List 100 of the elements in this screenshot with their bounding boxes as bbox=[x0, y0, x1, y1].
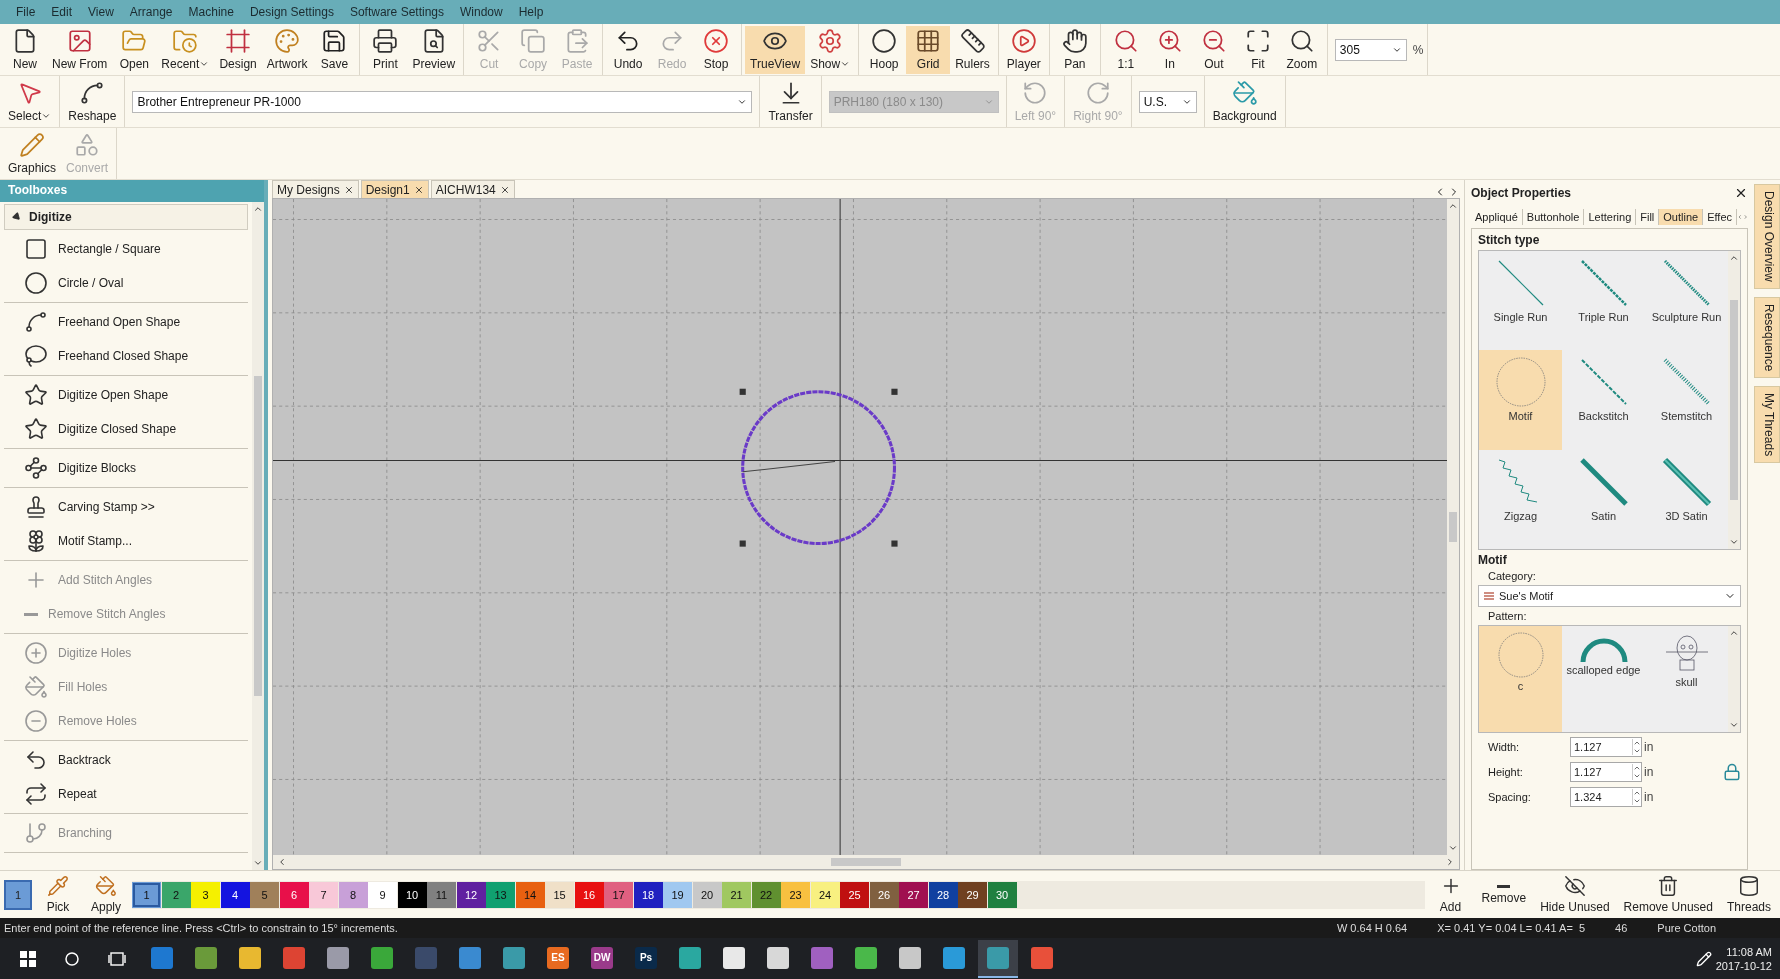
color-swatch[interactable]: 26 bbox=[869, 881, 899, 908]
task-view-icon[interactable] bbox=[108, 950, 126, 967]
dropdown-select[interactable]: Brother Entrepreneur PR-1000 bbox=[132, 90, 753, 113]
scroll-thumb[interactable] bbox=[1730, 300, 1738, 500]
stitch-option[interactable]: Motif bbox=[1479, 350, 1562, 450]
thread-tool-button[interactable]: Remove Unused bbox=[1618, 870, 1718, 919]
number-field[interactable]: 1.127 bbox=[1570, 762, 1642, 782]
scrollbar[interactable] bbox=[1728, 626, 1740, 732]
lock-icon[interactable] bbox=[1723, 763, 1741, 781]
side-tab[interactable]: Design Overview bbox=[1754, 184, 1780, 289]
color-swatch[interactable]: 7 bbox=[309, 881, 338, 908]
close-icon[interactable] bbox=[499, 184, 510, 195]
color-swatch[interactable]: 6 bbox=[279, 881, 309, 908]
stitch-option[interactable]: Zigzag bbox=[1479, 449, 1562, 549]
color-swatch[interactable]: 5 bbox=[250, 881, 279, 908]
toolbar-button[interactable]: Design bbox=[214, 25, 262, 74]
toolbar-button[interactable]: Reshape bbox=[63, 77, 122, 126]
toolbar-button[interactable]: Transfer bbox=[763, 77, 818, 126]
menu-item[interactable]: Design Settings bbox=[241, 5, 342, 19]
toolbar-button[interactable]: Fit bbox=[1235, 25, 1280, 74]
document-tab[interactable]: Design1 bbox=[360, 180, 429, 198]
color-swatch[interactable]: 10 bbox=[397, 881, 427, 908]
number-field[interactable]: 1.127 bbox=[1570, 737, 1642, 757]
tool-item[interactable]: Carving Stamp >> bbox=[4, 490, 248, 524]
menu-item[interactable]: Edit bbox=[43, 5, 81, 19]
selection-handle[interactable] bbox=[739, 388, 746, 395]
toolbar-button[interactable]: Artwork bbox=[261, 25, 313, 74]
toolbar-button[interactable]: Recent bbox=[156, 25, 215, 74]
selection-handle[interactable] bbox=[891, 388, 898, 395]
color-swatch[interactable]: 14 bbox=[515, 881, 545, 908]
toolbar-button[interactable]: Open bbox=[112, 25, 157, 74]
toolbar-button[interactable]: Stop bbox=[694, 25, 739, 74]
current-color-swatch[interactable]: 1 bbox=[4, 879, 32, 910]
toolbar-button[interactable]: Preview bbox=[407, 25, 461, 74]
thread-tool-button[interactable]: Add bbox=[1428, 870, 1473, 919]
color-swatch[interactable]: 28 bbox=[928, 881, 958, 908]
color-swatch[interactable]: 22 bbox=[751, 881, 781, 908]
toolbar-button[interactable]: Player bbox=[1001, 25, 1046, 74]
scrollbar[interactable] bbox=[252, 202, 264, 870]
color-swatch[interactable]: 4 bbox=[220, 881, 250, 908]
section-header[interactable]: Digitize bbox=[4, 204, 248, 230]
tool-item[interactable]: Digitize Closed Shape bbox=[4, 412, 248, 446]
color-swatch[interactable]: 17 bbox=[604, 881, 633, 908]
toolbar-button[interactable]: Save bbox=[312, 25, 357, 74]
tool-item[interactable]: Freehand Open Shape bbox=[4, 305, 248, 339]
menu-item[interactable]: View bbox=[80, 5, 122, 19]
tool-item[interactable]: Digitize Open Shape bbox=[4, 378, 248, 412]
color-swatch[interactable]: 1 bbox=[132, 881, 161, 908]
toolbar-button[interactable]: Graphics bbox=[3, 129, 62, 178]
color-swatch[interactable]: 15 bbox=[545, 881, 574, 908]
pattern-option[interactable]: scalloped edge bbox=[1562, 626, 1645, 732]
color-swatch[interactable]: 16 bbox=[574, 881, 604, 908]
thread-tool-button[interactable]: Remove bbox=[1476, 870, 1532, 919]
toolbar-button[interactable]: Background bbox=[1207, 77, 1282, 126]
toolbar-button[interactable]: Out bbox=[1191, 25, 1236, 74]
color-swatch[interactable]: 27 bbox=[899, 881, 928, 908]
tool-item[interactable]: Motif Stamp... bbox=[4, 524, 248, 558]
color-swatch[interactable]: 29 bbox=[958, 881, 987, 908]
scrollbar[interactable] bbox=[1447, 199, 1459, 856]
color-swatch[interactable]: 12 bbox=[456, 881, 486, 908]
color-swatch[interactable]: 8 bbox=[338, 881, 368, 908]
palette-tool-button[interactable]: Pick bbox=[36, 870, 80, 919]
toolbar-button[interactable]: TrueView bbox=[745, 25, 806, 74]
toolbar-button[interactable]: Pan bbox=[1052, 25, 1097, 74]
color-swatch[interactable]: 23 bbox=[781, 881, 810, 908]
scrollbar[interactable] bbox=[273, 855, 1459, 870]
toolbar-button[interactable]: In bbox=[1147, 25, 1192, 74]
color-swatch[interactable]: 2 bbox=[161, 881, 191, 908]
toolbar-button[interactable]: Zoom bbox=[1279, 25, 1324, 74]
color-swatch[interactable]: 9 bbox=[368, 881, 397, 908]
palette-tool-button[interactable]: Apply bbox=[84, 870, 128, 919]
tool-item[interactable]: Circle / Oval bbox=[4, 266, 248, 300]
stitch-option[interactable]: 3D Satin bbox=[1645, 449, 1728, 549]
properties-tab[interactable]: Appliqué bbox=[1471, 209, 1523, 225]
dropdown-select[interactable]: U.S. bbox=[1138, 90, 1197, 113]
menu-item[interactable]: Help bbox=[510, 5, 552, 19]
scroll-thumb[interactable] bbox=[1449, 512, 1457, 543]
toolbar-button[interactable]: New From bbox=[47, 25, 113, 74]
scroll-thumb[interactable] bbox=[831, 858, 901, 867]
circle-shape[interactable] bbox=[741, 390, 896, 546]
toolbar-button[interactable]: Select bbox=[3, 77, 57, 126]
thread-tool-button[interactable]: Hide Unused bbox=[1535, 870, 1615, 919]
scrollbar[interactable] bbox=[1728, 251, 1740, 549]
color-swatch[interactable]: 13 bbox=[486, 881, 515, 908]
color-swatch[interactable]: 24 bbox=[810, 881, 840, 908]
stitch-option[interactable]: Satin bbox=[1562, 449, 1645, 549]
toolbar-button[interactable]: Show bbox=[805, 25, 856, 74]
color-swatch[interactable]: 30 bbox=[987, 881, 1017, 908]
side-tab[interactable]: Resequence bbox=[1754, 296, 1780, 379]
menu-item[interactable]: Machine bbox=[180, 5, 242, 19]
color-swatch[interactable]: 18 bbox=[633, 881, 663, 908]
taskbar-app[interactable]: DW bbox=[582, 939, 622, 978]
selection-handle[interactable] bbox=[739, 540, 746, 547]
close-icon[interactable] bbox=[1734, 186, 1748, 200]
tool-item[interactable]: Rectangle / Square bbox=[4, 232, 248, 266]
pattern-option[interactable]: skull bbox=[1645, 626, 1728, 732]
menu-item[interactable]: File bbox=[8, 5, 44, 19]
tool-item[interactable]: Backtrack bbox=[4, 743, 248, 777]
toolbar-button[interactable]: New bbox=[3, 25, 47, 74]
color-swatch[interactable]: 21 bbox=[722, 881, 751, 908]
